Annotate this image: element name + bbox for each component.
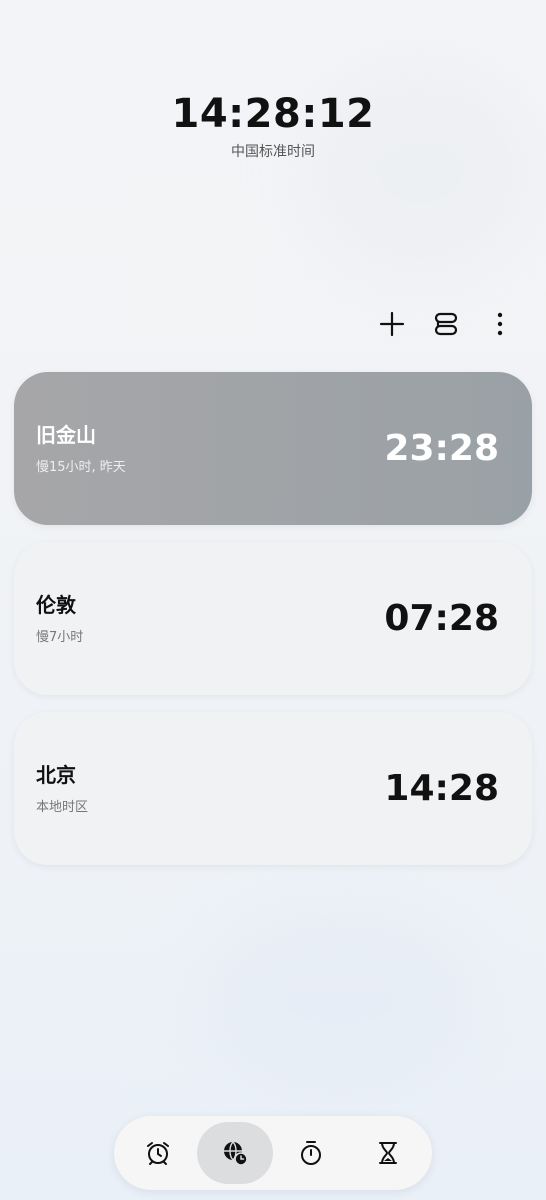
stopwatch-icon — [301, 1141, 322, 1165]
city-list: 旧金山 慢15小时, 昨天 23:28 伦敦 慢7小时 07:28 北京 本地时… — [14, 372, 532, 865]
add-city-button[interactable] — [374, 306, 410, 342]
city-card-beijing[interactable]: 北京 本地时区 14:28 — [14, 712, 532, 865]
city-name: 旧金山 — [36, 422, 96, 447]
current-time: 14:28:12 — [171, 91, 375, 137]
nav-timer[interactable] — [350, 1122, 427, 1184]
plus-icon — [379, 311, 405, 337]
city-name: 伦敦 — [36, 592, 76, 617]
layout-icon — [434, 312, 458, 336]
city-time: 07:28 — [384, 598, 499, 639]
bottom-nav — [114, 1116, 432, 1190]
city-card-san-francisco[interactable]: 旧金山 慢15小时, 昨天 23:28 — [14, 372, 532, 525]
city-card-london[interactable]: 伦敦 慢7小时 07:28 — [14, 542, 532, 695]
city-offset: 慢15小时, 昨天 — [36, 459, 126, 475]
timer-icon — [378, 1142, 397, 1164]
city-time: 23:28 — [384, 428, 499, 469]
header: 14:28:12 中国标准时间 — [0, 88, 546, 162]
world-clock-icon — [223, 1141, 248, 1166]
city-name: 北京 — [36, 762, 76, 787]
city-offset: 本地时区 — [36, 799, 89, 815]
alarm-icon — [147, 1142, 170, 1165]
current-timezone: 中国标准时间 — [231, 144, 315, 160]
nav-alarm[interactable] — [120, 1122, 197, 1184]
more-options-button[interactable] — [482, 306, 518, 342]
city-offset: 慢7小时 — [36, 629, 84, 645]
toolbar — [374, 306, 518, 342]
nav-stopwatch[interactable] — [273, 1122, 350, 1184]
layout-toggle-button[interactable] — [428, 306, 464, 342]
city-time: 14:28 — [384, 768, 499, 809]
nav-world-clock[interactable] — [196, 1122, 273, 1184]
more-vertical-icon — [497, 312, 503, 336]
